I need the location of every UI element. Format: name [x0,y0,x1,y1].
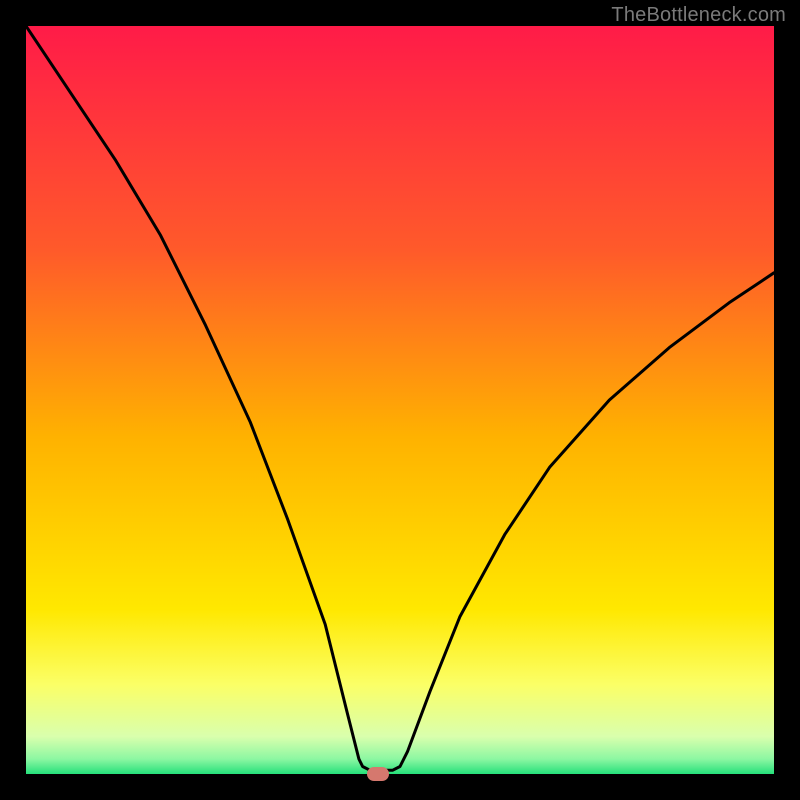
optimum-marker [367,767,389,781]
plot-area [26,26,774,774]
watermark-text: TheBottleneck.com [611,4,786,27]
gradient-rect [26,26,774,774]
chart-frame: TheBottleneck.com [0,0,800,800]
plot-svg [26,26,774,774]
